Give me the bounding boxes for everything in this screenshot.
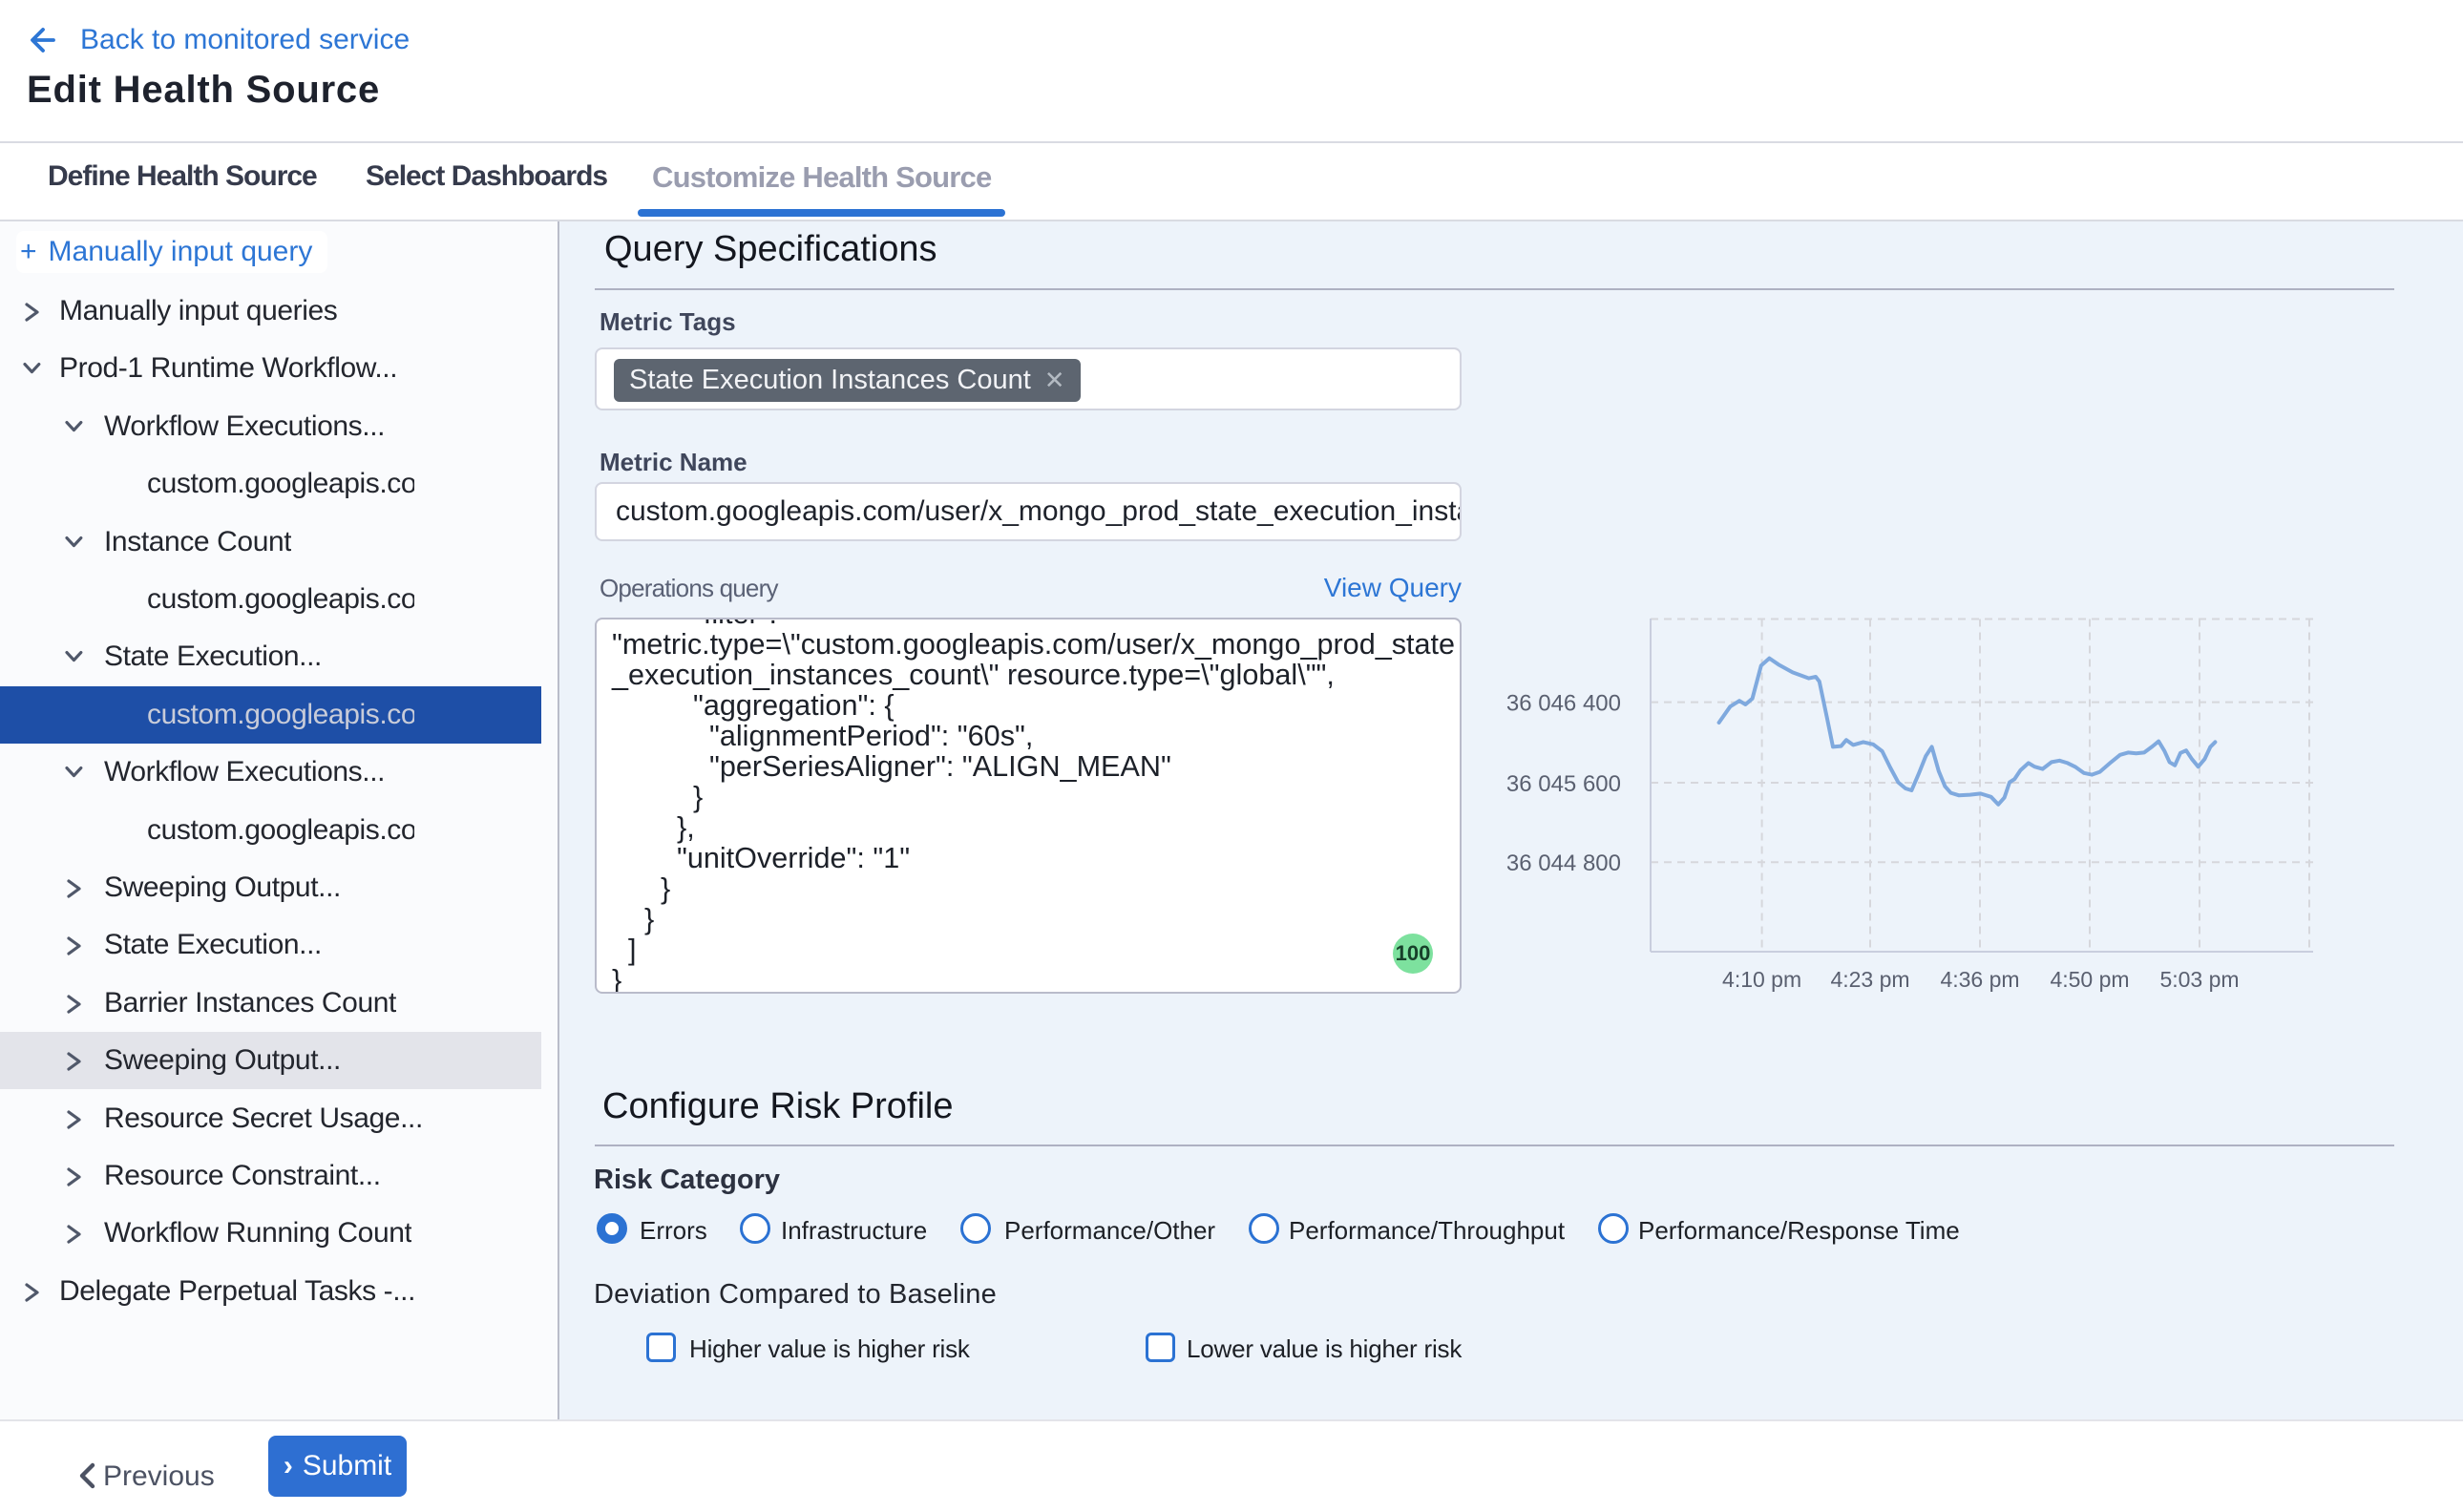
svg-text:4:10 pm: 4:10 pm <box>1722 967 1801 992</box>
svg-text:4:23 pm: 4:23 pm <box>1830 967 1909 992</box>
svg-text:4:50 pm: 4:50 pm <box>2050 967 2129 992</box>
svg-text:4:36 pm: 4:36 pm <box>1940 967 2019 992</box>
svg-text:5:03 pm: 5:03 pm <box>2159 967 2239 992</box>
svg-text:36 046 400: 36 046 400 <box>1506 691 1621 717</box>
svg-text:36 045 600: 36 045 600 <box>1506 771 1621 797</box>
svg-text:36 044 800: 36 044 800 <box>1506 850 1621 876</box>
